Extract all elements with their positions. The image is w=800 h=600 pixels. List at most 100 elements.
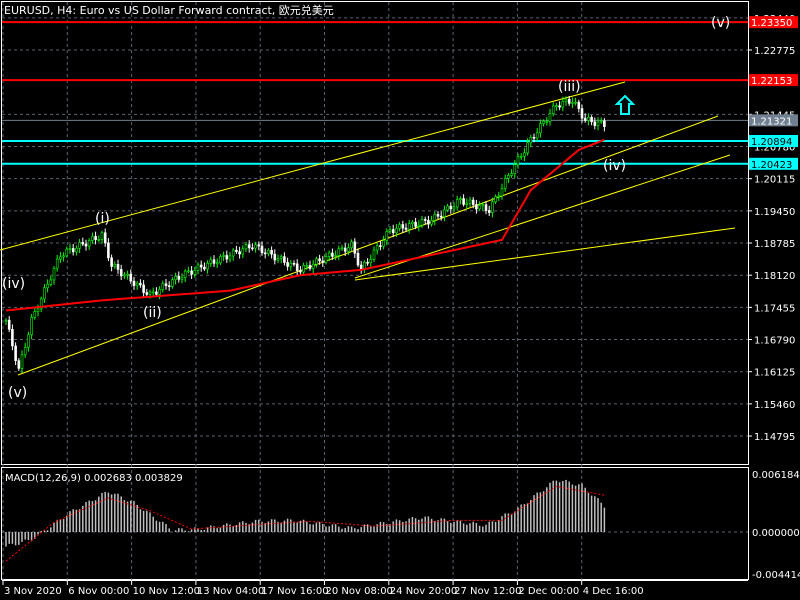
candle-body (510, 173, 513, 176)
candle-body (20, 354, 24, 369)
wave-label: (iii) (558, 79, 581, 95)
candle-body (542, 121, 545, 124)
candle-body (398, 224, 401, 229)
candle-body (324, 256, 328, 263)
time-tick-label: 24 Nov 20:00 (390, 586, 457, 597)
candle-body (388, 229, 392, 232)
candle-body (247, 244, 251, 249)
candle-body (391, 229, 395, 234)
candle-body (347, 247, 350, 252)
candle-body (411, 221, 414, 224)
candle-body (567, 98, 571, 104)
candle-body (68, 248, 72, 250)
candle-body (356, 252, 360, 266)
candle-body (263, 252, 267, 255)
candle-body (481, 204, 485, 207)
candle-body (311, 263, 315, 269)
macd-label: MACD(12,26,9) 0.002683 0.003829 (5, 473, 183, 484)
time-tick-label: 13 Nov 04:00 (197, 586, 264, 597)
wave-label: (iv) (2, 276, 25, 292)
candle-body (295, 263, 299, 271)
candle-body (75, 247, 78, 253)
candle-body (244, 244, 248, 250)
time-tick-label: 20 Nov 08:00 (326, 586, 393, 597)
candle-body (113, 264, 117, 267)
candle-body (404, 227, 408, 230)
candle-body (62, 255, 65, 258)
chart-title: EURUSD, H4: Euro vs US Dollar Forward co… (4, 4, 334, 17)
candle-body (382, 240, 385, 247)
candle-body (209, 259, 213, 264)
candle-body (596, 121, 600, 126)
candle-body (33, 311, 37, 318)
candle-body (119, 269, 123, 277)
candle-body (484, 204, 488, 211)
candle-body (267, 250, 270, 254)
candle-body (478, 205, 481, 210)
candle-body (523, 152, 526, 157)
candle-body (84, 243, 88, 247)
candle-body (580, 108, 584, 119)
candle-body (529, 137, 533, 144)
candle-body (401, 224, 405, 229)
candle-body (519, 155, 523, 158)
candle-body (577, 101, 581, 109)
candle-body (395, 228, 398, 234)
candle-body (497, 195, 501, 198)
candle-body (487, 210, 491, 213)
candle-body (4, 319, 8, 322)
candle-body (135, 282, 139, 286)
candle-body (414, 221, 417, 227)
candle-body (215, 262, 219, 265)
candle-body (7, 319, 11, 330)
price-tick-label: 1.17455 (754, 303, 795, 314)
candle-body (180, 277, 184, 280)
candle-body (151, 291, 155, 294)
price-tick-label: 1.14795 (754, 432, 795, 443)
price-tick-label: 1.16125 (754, 368, 795, 379)
candle-body (59, 256, 62, 260)
candle-body (174, 275, 177, 281)
chart-canvas[interactable]: 1.234401.227751.214451.207801.201151.194… (0, 0, 800, 600)
time-tick-label: 17 Nov 16:00 (261, 586, 328, 597)
candle-body (196, 264, 200, 271)
time-tick-label: 4 Dec 16:00 (583, 586, 644, 597)
candle-body (599, 120, 603, 123)
wave-label: (iv) (603, 158, 626, 174)
candle-body (238, 251, 241, 255)
candle-body (305, 265, 309, 267)
candle-body (318, 258, 321, 262)
level-label: 1.22153 (751, 76, 792, 87)
candle-body (455, 199, 459, 208)
candle-body (11, 328, 14, 347)
candle-body (91, 236, 94, 241)
candle-body (299, 270, 302, 273)
candle-body (516, 156, 520, 166)
candle-body (459, 198, 462, 200)
main-frame (1, 1, 749, 465)
candle-body (212, 259, 216, 264)
candle-body (340, 247, 344, 250)
candle-body (235, 249, 238, 252)
candle-body (219, 256, 222, 264)
chart-window[interactable]: 1.234401.227751.214451.207801.201151.194… (0, 0, 800, 600)
candle-body (417, 224, 421, 227)
candle-body (87, 240, 91, 247)
candle-body (433, 214, 437, 221)
candle-body (187, 270, 190, 273)
candle-body (139, 282, 142, 286)
trend-line (354, 227, 736, 281)
candle-body (167, 285, 171, 288)
candle-body (97, 239, 101, 241)
candle-body (193, 270, 197, 275)
candle-body (503, 177, 507, 189)
candle-body (308, 265, 312, 269)
candle-body (558, 105, 561, 108)
candle-body (183, 270, 187, 278)
candle-body (78, 242, 81, 249)
candle-body (222, 255, 225, 257)
candle-body (145, 292, 149, 295)
candle-body (203, 266, 206, 270)
candle-body (343, 247, 347, 252)
price-tick-label: 1.20115 (754, 175, 795, 186)
